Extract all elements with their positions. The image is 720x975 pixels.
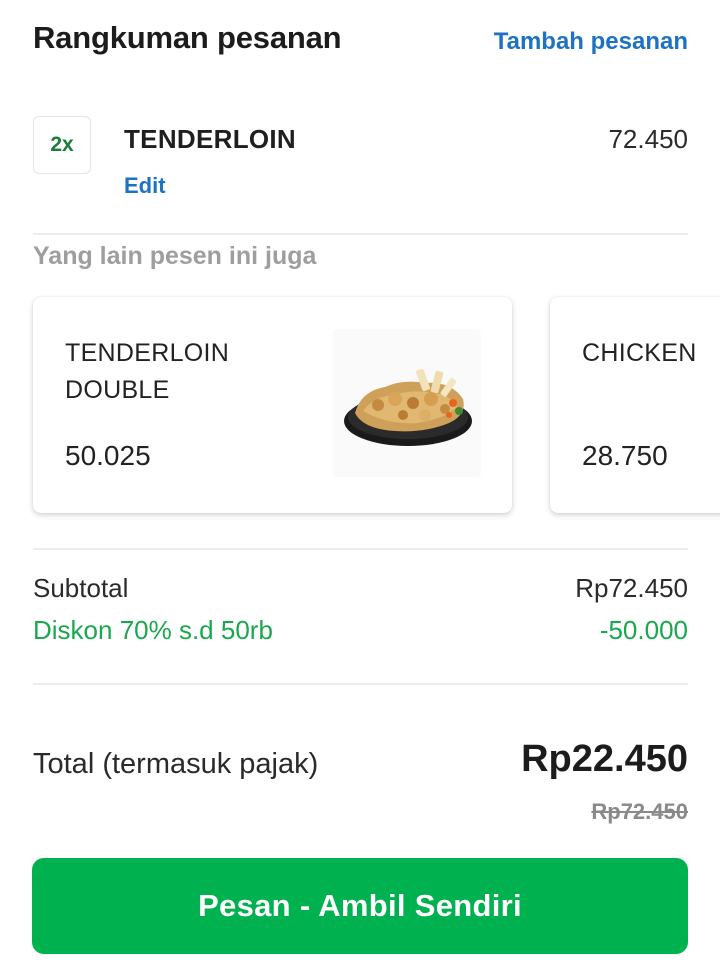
total-value: Rp22.450 bbox=[521, 738, 688, 780]
upsell-card-name: CHICKEN bbox=[582, 339, 697, 367]
upsell-heading: Yang lain pesen ini juga bbox=[33, 242, 317, 270]
divider bbox=[33, 683, 688, 685]
upsell-card-tenderloin-double[interactable]: TENDERLOIN DOUBLE 50.025 bbox=[33, 297, 512, 513]
total-label: Total (termasuk pajak) bbox=[33, 748, 319, 780]
order-pickup-button[interactable]: Pesan - Ambil Sendiri bbox=[32, 858, 688, 954]
upsell-card-chicken[interactable]: CHICKEN 28.750 bbox=[550, 297, 720, 513]
order-summary-page: Rangkuman pesanan Tambah pesanan 2x TEND… bbox=[0, 0, 720, 975]
divider bbox=[33, 548, 688, 550]
add-order-link[interactable]: Tambah pesanan bbox=[494, 28, 688, 56]
original-total: Rp72.450 bbox=[591, 799, 688, 824]
subtotal-value: Rp72.450 bbox=[575, 573, 688, 603]
divider bbox=[33, 233, 688, 235]
header: Rangkuman pesanan Tambah pesanan bbox=[33, 18, 688, 62]
edit-item-link[interactable]: Edit bbox=[124, 173, 166, 199]
item-price: 72.450 bbox=[608, 124, 688, 154]
item-name: TENDERLOIN bbox=[124, 124, 296, 154]
discount-value: -50.000 bbox=[599, 615, 688, 645]
quantity-badge[interactable]: 2x bbox=[33, 116, 91, 174]
upsell-card-name: TENDERLOIN DOUBLE bbox=[65, 339, 230, 404]
discount-row: Diskon 70% s.d 50rb -50.000 bbox=[33, 615, 688, 649]
upsell-card-price: 28.750 bbox=[582, 440, 668, 471]
subtotal-label: Subtotal bbox=[33, 573, 129, 603]
page-title: Rangkuman pesanan bbox=[33, 20, 342, 55]
order-item: 2x TENDERLOIN Edit 72.450 bbox=[33, 116, 688, 206]
discount-label: Diskon 70% s.d 50rb bbox=[33, 615, 273, 645]
subtotal-row: Subtotal Rp72.450 bbox=[33, 573, 688, 607]
food-image bbox=[333, 329, 481, 477]
upsell-card-price: 50.025 bbox=[65, 440, 151, 471]
